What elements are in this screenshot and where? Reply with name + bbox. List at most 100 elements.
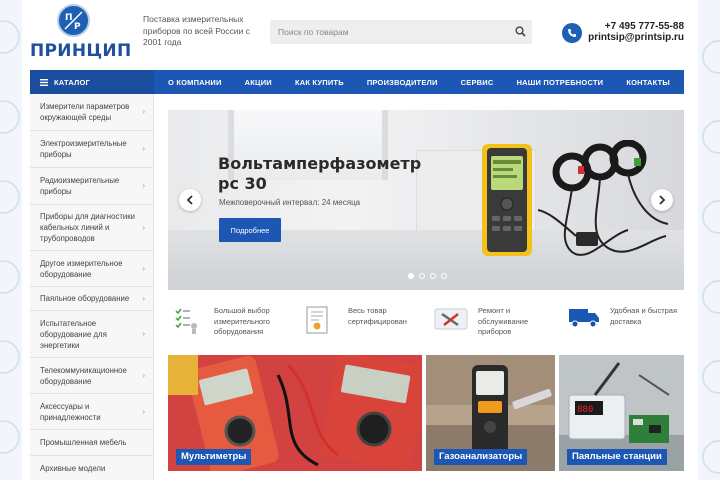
category-tile-soldering-stations[interactable]: 880 Паяльные станции: [559, 355, 684, 471]
category-label: Паяльные станции: [567, 449, 667, 465]
nav-item-about[interactable]: О КОМПАНИИ: [168, 78, 222, 87]
chevron-right-icon: ›: [142, 181, 145, 190]
left-watermark-strip: [0, 0, 22, 480]
sidebar-item[interactable]: Архивные модели: [30, 456, 153, 480]
watermark-logo: [0, 100, 20, 134]
sidebar-item-label: Радиоизмерительные приборы: [40, 176, 120, 196]
site-logo[interactable]: П Р ПРИНЦИП: [30, 4, 132, 61]
slider-dot[interactable]: [419, 273, 425, 279]
site-header: П Р ПРИНЦИП Поставка измерительных прибо…: [30, 0, 684, 68]
sidebar-item-label: Испытательное оборудование для энергетик…: [40, 318, 107, 350]
search-box: [270, 20, 532, 44]
phase-meter-device-icon: [482, 144, 532, 256]
sidebar-item-label: Измерители параметров окружающей среды: [40, 102, 130, 122]
watermark-logo: [702, 280, 720, 314]
watermark-logo: [0, 180, 20, 214]
category-tile-multimeters[interactable]: Мультиметры: [168, 355, 422, 471]
search-icon[interactable]: [515, 26, 526, 37]
search-input[interactable]: [270, 20, 506, 44]
sidebar-item[interactable]: Электроизмерительные приборы ›: [30, 131, 153, 168]
nav-item-manufacturers[interactable]: ПРОИЗВОДИТЕЛИ: [367, 78, 438, 87]
logo-emblem-icon: П Р: [57, 4, 90, 37]
phone-icon: [562, 23, 582, 43]
sidebar-item[interactable]: Паяльное оборудование ›: [30, 287, 153, 311]
sidebar-item-label: Промышленная мебель: [40, 438, 127, 447]
sidebar-item[interactable]: Испытательное оборудование для энергетик…: [30, 311, 153, 358]
slide-subtitle: Межповерочный интервал: 24 месяца: [219, 198, 361, 207]
sidebar-item[interactable]: Другое измерительное оборудование ›: [30, 251, 153, 287]
right-watermark-strip: [698, 0, 720, 480]
sidebar-item[interactable]: Радиоизмерительные приборы ›: [30, 168, 153, 205]
slider-prev-button[interactable]: [179, 189, 201, 211]
chevron-right-icon: ›: [142, 263, 145, 273]
watermark-logo: [0, 420, 20, 454]
sidebar-item-label: Приборы для диагностики кабельных линий …: [40, 212, 136, 243]
watermark-logo: [702, 360, 720, 394]
watermark-logo: [702, 120, 720, 154]
svg-text:П: П: [65, 13, 73, 23]
nav-item-service[interactable]: СЕРВИС: [461, 78, 494, 87]
sidebar-item[interactable]: Промышленная мебель: [30, 430, 153, 456]
chevron-right-icon: ›: [142, 329, 145, 338]
slider-dot[interactable]: [430, 273, 436, 279]
hero-slider: Вольтамперфазометр рс 30 Межповерочный и…: [168, 110, 684, 290]
feature-text: Весь товар сертифицирован: [348, 306, 407, 326]
hamburger-menu-icon: [40, 78, 48, 86]
logo-text: ПРИНЦИП: [30, 41, 132, 61]
certificate-icon: [306, 306, 328, 334]
watermark-logo: [0, 340, 20, 374]
tools-icon: [434, 308, 468, 330]
watermark-logo: [702, 200, 720, 234]
email-link[interactable]: printsip@printsip.ru: [584, 32, 684, 43]
slider-dot[interactable]: [408, 273, 414, 279]
nav-item-contacts[interactable]: КОНТАКТЫ: [626, 78, 670, 87]
sidebar-item-label: Электроизмерительные приборы: [40, 139, 127, 159]
sidebar-item-label: Другое измерительное оборудование: [40, 258, 123, 279]
chevron-right-icon: ›: [142, 107, 145, 116]
header-contacts: +7 495 777-55-88 printsip@printsip.ru: [584, 21, 684, 43]
sidebar-item[interactable]: Приборы для диагностики кабельных линий …: [30, 205, 153, 251]
catalog-label: КАТАЛОГ: [54, 77, 90, 87]
chevron-right-icon: ›: [142, 370, 145, 380]
slide-title: Вольтамперфазометр рс 30: [218, 154, 422, 193]
chevron-right-icon: ›: [142, 406, 145, 416]
catalog-button[interactable]: КАТАЛОГ: [30, 70, 154, 94]
sidebar-item[interactable]: Измерители параметров окружающей среды ›: [30, 94, 153, 131]
delivery-truck-icon: [569, 309, 599, 328]
nav-item-promotions[interactable]: АКЦИИ: [245, 78, 272, 87]
sidebar-item[interactable]: Телекоммуникационное оборудование ›: [30, 358, 153, 394]
sidebar-item-label: Паяльное оборудование: [40, 294, 130, 303]
watermark-logo: [0, 20, 20, 54]
nav-items: О КОМПАНИИ АКЦИИ КАК КУПИТЬ ПРОИЗВОДИТЕЛ…: [154, 78, 684, 87]
nav-item-our-needs[interactable]: НАШИ ПОТРЕБНОСТИ: [517, 78, 604, 87]
page: П Р ПРИНЦИП Поставка измерительных прибо…: [30, 0, 684, 480]
feature-text: Большой выбор измерительного оборудовани…: [214, 306, 270, 336]
main-nav: КАТАЛОГ О КОМПАНИИ АКЦИИ КАК КУПИТЬ ПРОИ…: [30, 70, 684, 94]
watermark-logo: [0, 260, 20, 294]
nav-item-how-to-buy[interactable]: КАК КУПИТЬ: [295, 78, 344, 87]
feature-text: Удобная и быстрая доставка: [610, 306, 678, 326]
catalog-sidebar: Измерители параметров окружающей среды › …: [30, 94, 154, 480]
feature-text: Ремонт и обслуживание приборов: [478, 306, 529, 336]
slider-next-button[interactable]: [651, 189, 673, 211]
sidebar-item-label: Архивные модели: [40, 463, 106, 473]
category-label: Газоанализаторы: [434, 449, 528, 465]
phone-link[interactable]: +7 495 777-55-88: [584, 21, 684, 32]
chevron-right-icon: [659, 195, 666, 205]
chevron-left-icon: [186, 195, 193, 205]
features-strip: Большой выбор измерительного оборудовани…: [168, 300, 684, 344]
category-label: Мультиметры: [176, 449, 252, 465]
header-tagline: Поставка измерительных приборов по всей …: [143, 14, 250, 47]
slide-more-button[interactable]: Подробнее: [219, 218, 281, 242]
watermark-logo: [702, 40, 720, 74]
checklist-icon: [175, 308, 197, 334]
category-tile-gas-analyzers[interactable]: Газоанализаторы: [426, 355, 555, 471]
sidebar-item-label: Телекоммуникационное оборудование: [40, 365, 127, 386]
chevron-right-icon: ›: [142, 222, 145, 232]
chevron-right-icon: ›: [142, 293, 145, 303]
slider-dot[interactable]: [441, 273, 447, 279]
svg-text:Р: Р: [74, 22, 81, 32]
watermark-logo: [702, 440, 720, 474]
sidebar-item[interactable]: Аксессуары и принадлежности ›: [30, 394, 153, 430]
sidebar-item-label: Аксессуары и принадлежности: [40, 401, 101, 422]
